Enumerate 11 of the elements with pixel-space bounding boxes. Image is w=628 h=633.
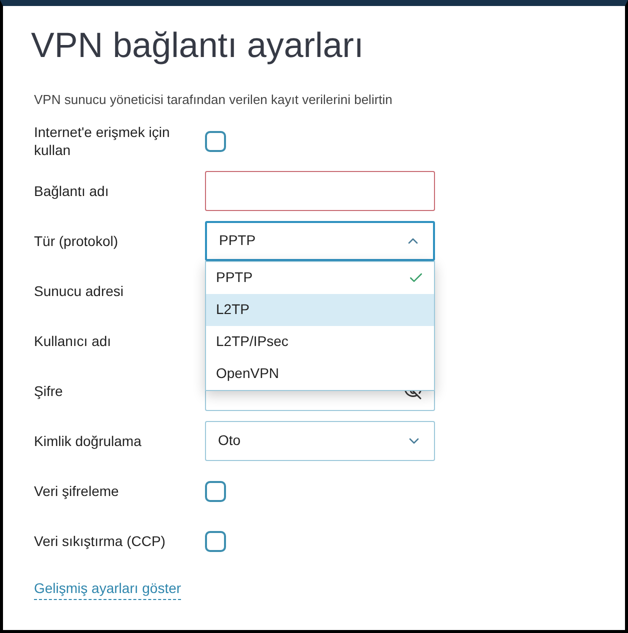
field-label: Sunucu adresi <box>34 282 125 300</box>
field-label: Kullanıcı adı <box>34 332 112 350</box>
field-label: Internet'e erişmek için kullan <box>34 122 171 158</box>
field-label: Veri sıkıştırma (CCP) <box>34 532 166 550</box>
field-label: Bağlantı adı <box>34 182 110 200</box>
field-label: Kimlik doğrulama <box>34 432 142 450</box>
field-label: Tür (protokol) <box>34 232 120 250</box>
field-label: Şifre <box>34 382 64 400</box>
field-label: Veri şifreleme <box>34 482 120 500</box>
page-title: VPN bağlantı ayarları <box>31 25 365 67</box>
description: VPN sunucu yöneticisi tarafından verilen kayıt verilerini belirtin <box>34 91 394 109</box>
